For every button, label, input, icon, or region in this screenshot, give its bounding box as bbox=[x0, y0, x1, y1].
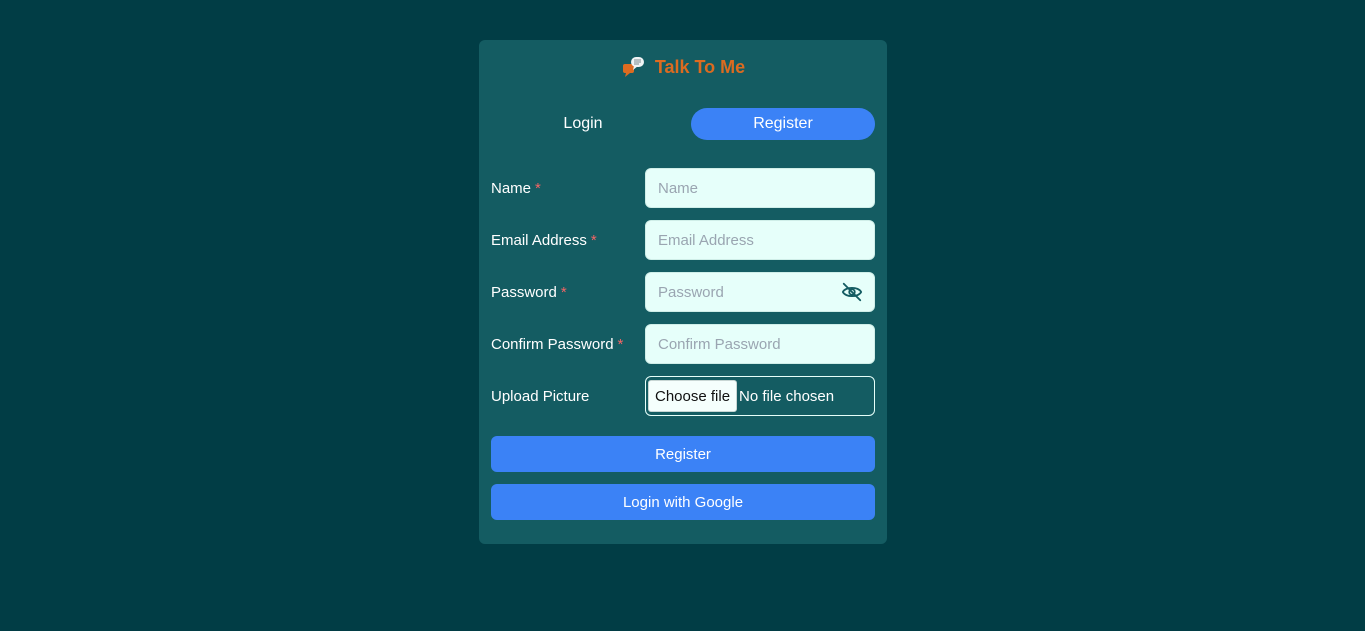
file-input[interactable]: Choose file No file chosen bbox=[645, 376, 875, 416]
register-button[interactable]: Register bbox=[491, 436, 875, 472]
password-label: Password * bbox=[491, 283, 567, 301]
upload-picture-row: Upload Picture Choose file No file chose… bbox=[491, 376, 875, 416]
file-status: No file chosen bbox=[739, 387, 835, 405]
email-row: Email Address * bbox=[491, 220, 875, 260]
password-row: Password * bbox=[491, 272, 875, 312]
auth-tabs: Login Register bbox=[491, 108, 875, 140]
tab-register[interactable]: Register bbox=[691, 108, 875, 140]
confirm-password-input-wrap bbox=[645, 324, 875, 364]
name-row: Name * bbox=[491, 168, 875, 208]
required-marker: * bbox=[617, 335, 624, 353]
tab-login[interactable]: Login bbox=[491, 108, 675, 140]
confirm-password-row: Confirm Password * bbox=[491, 324, 875, 364]
email-input[interactable] bbox=[645, 220, 875, 260]
name-label: Name * bbox=[491, 179, 541, 197]
google-login-button[interactable]: Login with Google bbox=[491, 484, 875, 520]
required-marker: * bbox=[560, 283, 567, 301]
register-card: Talk To Me Login Register Name* Email Ad… bbox=[479, 40, 887, 544]
app-title: Talk To Me bbox=[654, 56, 746, 77]
name-input[interactable] bbox=[645, 168, 875, 208]
password-input-wrap bbox=[645, 272, 875, 312]
choose-file-button[interactable]: Choose file bbox=[648, 380, 738, 412]
name-input-wrap bbox=[645, 168, 875, 208]
required-marker: * bbox=[535, 179, 541, 197]
email-label: Email Address * bbox=[491, 231, 597, 249]
required-marker: * bbox=[590, 231, 597, 249]
confirm-password-input[interactable] bbox=[645, 324, 875, 364]
brand-header: Talk To Me bbox=[479, 52, 887, 82]
chat-bubbles-icon bbox=[621, 55, 645, 79]
upload-picture-label: Upload Picture bbox=[491, 387, 590, 405]
eye-off-icon[interactable] bbox=[841, 281, 863, 303]
confirm-password-label: Confirm Password * bbox=[491, 335, 624, 353]
email-input-wrap bbox=[645, 220, 875, 260]
